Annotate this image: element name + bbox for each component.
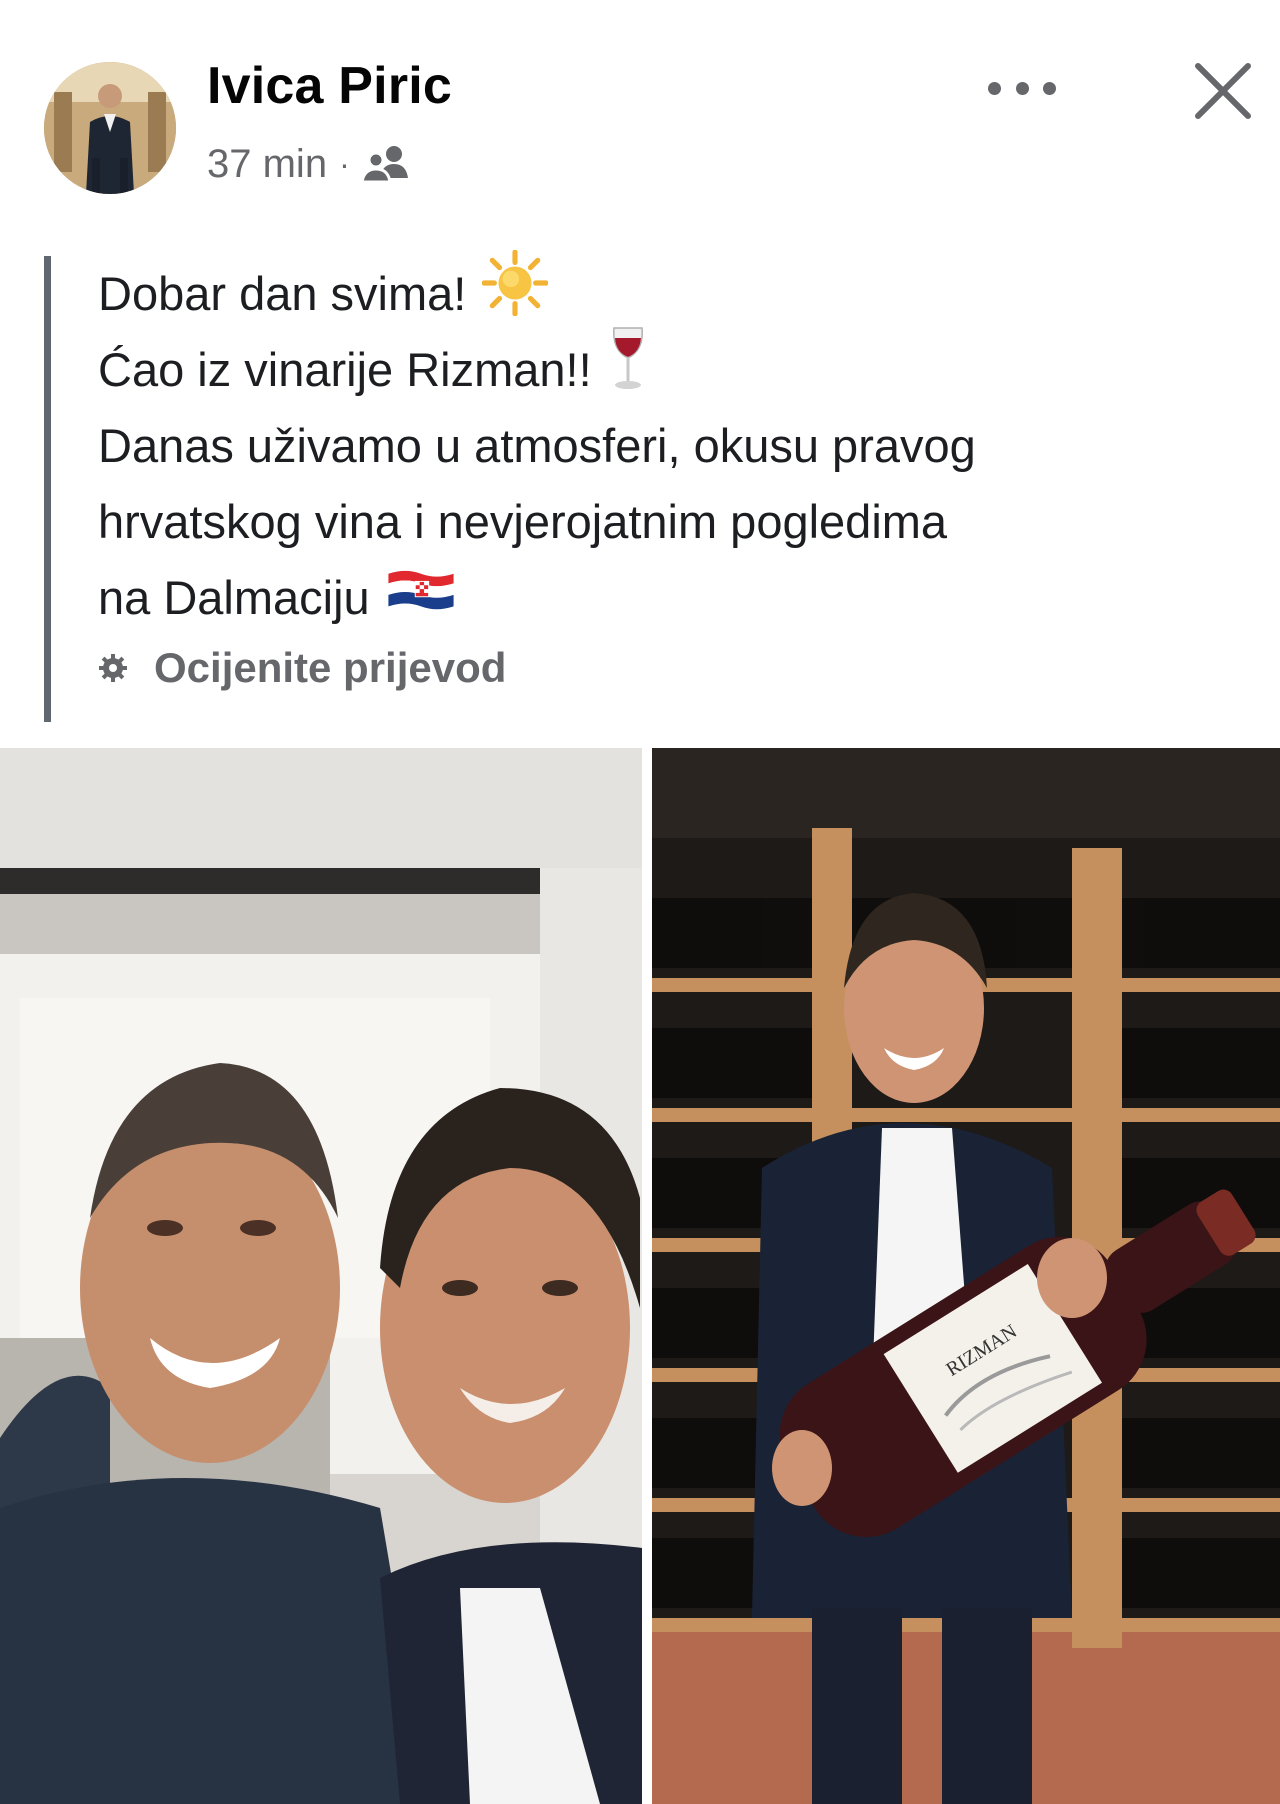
author-name[interactable]: Ivica Piric [207, 60, 452, 112]
rate-translation-link[interactable]: Ocijenite prijevod [98, 644, 506, 692]
wine-glass-emoji-icon [608, 324, 648, 416]
more-dot [988, 81, 1001, 95]
wine-cellar-photo[interactable]: RIZMAN [652, 748, 1280, 1804]
post-line-3: Danas uživamo u atmosferi, okusu pravog [98, 408, 1218, 484]
post-line-5: na Dalmaciju [98, 560, 1218, 636]
sun-emoji-icon [481, 249, 549, 338]
post-text-line: Dobar dan svima! [98, 267, 467, 320]
more-dot [1043, 81, 1056, 95]
close-icon[interactable] [1190, 58, 1256, 124]
post-meta: 37 min · [207, 142, 414, 186]
post-text-line: hrvatskog vina i nevjerojatnim pogledima [98, 495, 948, 548]
friends-icon[interactable] [359, 142, 414, 186]
post-line-1: Dobar dan svima! [98, 249, 1218, 332]
gear-icon [99, 654, 127, 682]
meta-separator: · [339, 145, 350, 182]
post-timestamp[interactable]: 37 min [207, 142, 327, 187]
post-line-4: hrvatskog vina i nevjerojatnim pogledima [98, 484, 1218, 560]
croatia-flag-emoji-icon [386, 560, 456, 636]
more-dot [1015, 81, 1029, 95]
post-line-2: Ćao iz vinarije Rizman!! [98, 327, 1218, 408]
post-photos: RIZMAN [0, 748, 1280, 1804]
rate-translation-label: Ocijenite prijevod [154, 644, 507, 691]
post-text-line: na Dalmaciju [98, 571, 370, 624]
post-text-line: Ćao iz vinarije Rizman!! [98, 343, 592, 396]
post-body: Dobar dan svima! Ćao iz vinarije Rizman!… [44, 249, 1231, 722]
post-header: Ivica Piric 37 min · [0, 0, 1280, 220]
more-options-icon[interactable] [988, 66, 1056, 110]
selfie-photo[interactable] [0, 748, 642, 1804]
author-avatar[interactable] [44, 62, 176, 194]
avatar-image [44, 62, 176, 194]
post-text-line: Danas uživamo u atmosferi, okusu pravog [98, 419, 976, 472]
post-text: Dobar dan svima! Ćao iz vinarije Rizman!… [98, 249, 1218, 636]
